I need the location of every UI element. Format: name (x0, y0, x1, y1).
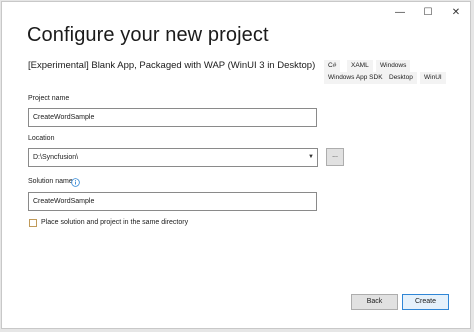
project-name-input[interactable]: CreateWordSample (28, 108, 317, 127)
minimize-icon[interactable]: — (386, 2, 414, 22)
page-title: Configure your new project (27, 24, 269, 46)
location-label: Location (28, 135, 55, 142)
tag-windows-app-sdk: Windows App SDK (324, 72, 387, 84)
chevron-down-icon[interactable]: ▼ (308, 149, 314, 166)
same-directory-checkbox[interactable] (29, 219, 37, 227)
tag-windows: Windows (376, 60, 411, 72)
tag-desktop: Desktop (385, 72, 417, 84)
tag-xaml: XAML (347, 60, 373, 72)
project-name-label: Project name (28, 95, 70, 102)
tag-winui: WinUI (420, 72, 446, 84)
info-icon[interactable] (71, 178, 80, 187)
dialog-window: — ☐ ✕ Configure your new project [Experi… (1, 1, 471, 329)
location-value: D:\Syncfusion\ (33, 154, 79, 161)
back-button[interactable]: Back (351, 294, 398, 310)
browse-button[interactable]: ... (326, 148, 344, 166)
location-combobox[interactable]: D:\Syncfusion\ ▼ (28, 148, 318, 167)
same-directory-label[interactable]: Place solution and project in the same d… (41, 219, 188, 226)
close-icon[interactable]: ✕ (442, 2, 470, 22)
tag-csharp: C# (324, 60, 341, 72)
template-name: [Experimental] Blank App, Packaged with … (28, 60, 316, 71)
caption-buttons: — ☐ ✕ (386, 2, 470, 22)
create-button[interactable]: Create (402, 294, 449, 310)
solution-name-label: Solution name (28, 178, 73, 185)
solution-name-input[interactable]: CreateWordSample (28, 192, 317, 211)
maximize-icon[interactable]: ☐ (414, 2, 442, 22)
